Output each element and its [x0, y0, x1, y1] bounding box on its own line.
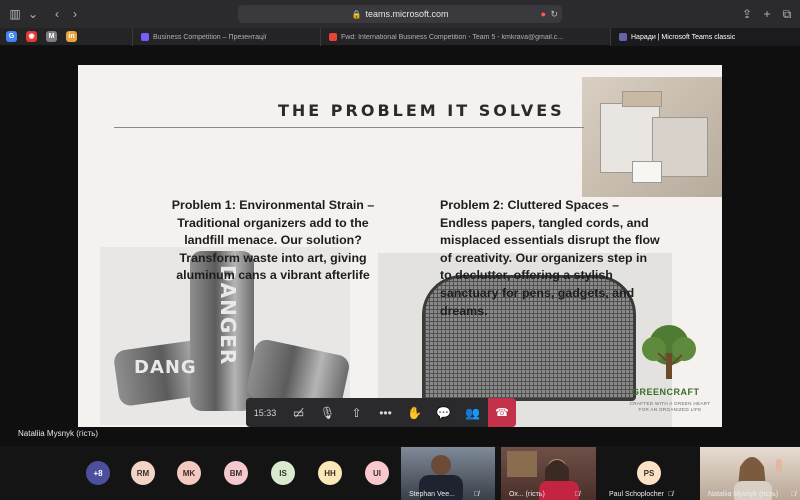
chat-icon[interactable]: 💬: [429, 398, 458, 427]
participant-video-tile[interactable]: Ох... (гість) 🎙̸: [501, 447, 596, 500]
can-label-dang: DANG: [134, 357, 197, 378]
tab-bar: G ◉ M in Business Competition – Презента…: [0, 28, 800, 46]
tab-business-competition[interactable]: Business Competition – Презентації: [132, 28, 320, 46]
reload-icon[interactable]: ↻: [550, 9, 558, 20]
pinned-tab-google[interactable]: G: [6, 31, 17, 42]
sidebar-toggle-icon[interactable]: ▥: [6, 7, 24, 21]
avatar[interactable]: RM: [131, 461, 155, 485]
address-bar[interactable]: 🔒 teams.microsoft.com ● ↻: [238, 5, 562, 23]
tab-title: Business Competition – Презентації: [153, 33, 267, 41]
brand-tagline: CRAFTED WITH A GREEN HEART FOR AN ORGANI…: [629, 401, 711, 412]
camera-off-icon[interactable]: ▭̸: [284, 398, 313, 427]
call-timer: 15:33: [253, 407, 277, 418]
brand-name: GREENCRAFT: [632, 387, 700, 397]
pinned-tab-in[interactable]: in: [66, 31, 77, 42]
participant-name: Paul Schoplocher: [609, 491, 664, 498]
pinned-tab-mail[interactable]: M: [46, 31, 57, 42]
participant-name: Stephan Vee...: [409, 491, 455, 498]
more-icon[interactable]: •••: [371, 398, 400, 427]
pinned-tab-record[interactable]: ◉: [26, 31, 37, 42]
problem-1-text: Problem 1: Environmental Strain – Tradit…: [171, 198, 375, 283]
mic-off-icon: 🎙̸: [668, 491, 674, 498]
participant-video-tile[interactable]: Stephan Vee... 🎙̸: [401, 447, 495, 500]
raise-hand-icon[interactable]: ✋: [400, 398, 429, 427]
avatar[interactable]: HH: [318, 461, 342, 485]
forward-icon[interactable]: ›: [66, 7, 84, 21]
tab-title: Fwd: International Business Competition …: [341, 33, 564, 41]
url-text: teams.microsoft.com: [365, 9, 449, 19]
participant-roster: +8 RM MK BM IS HH UI Stephan Vee... 🎙̸ О…: [0, 446, 800, 500]
meeting-stage: THE PROBLEM IT SOLVES DANGER DANG Proble…: [0, 46, 800, 446]
share-page-icon[interactable]: ⇪: [738, 7, 756, 21]
participant-name: Nataliia Mysnyk (гість): [708, 491, 779, 498]
problem-2-text: Problem 2: Cluttered Spaces – Endless pa…: [440, 198, 660, 318]
avatar[interactable]: IS: [271, 461, 295, 485]
presenter-name: Nataliia Mysnyk (гість): [18, 429, 99, 438]
back-icon[interactable]: ‹: [48, 7, 66, 21]
hang-up-icon[interactable]: ☎: [488, 398, 516, 427]
avatar[interactable]: MK: [177, 461, 201, 485]
tab-gmail[interactable]: Fwd: International Business Competition …: [320, 28, 610, 46]
share-icon[interactable]: ⇧: [342, 398, 371, 427]
slide-title: THE PROBLEM IT SOLVES: [278, 101, 565, 120]
title-divider: [114, 127, 584, 128]
presentation-icon: [141, 33, 149, 41]
teams-icon: [619, 33, 627, 41]
browser-toolbar: ▥ ⌄ ‹ › 🔒 teams.microsoft.com ● ↻ ⇪ + ⧉: [0, 0, 800, 28]
people-icon[interactable]: 👥: [458, 398, 487, 427]
greencraft-tree-logo: [642, 325, 696, 379]
tab-overview-icon[interactable]: ⧉: [778, 7, 796, 22]
mic-off-icon[interactable]: 🎙: [313, 398, 342, 427]
avatar[interactable]: BM: [224, 461, 248, 485]
chevron-down-icon[interactable]: ⌄: [24, 7, 42, 21]
participant-name: Ох... (гість): [509, 491, 545, 498]
avatar[interactable]: UI: [365, 461, 389, 485]
tab-title: Наради | Microsoft Teams classic: [631, 33, 736, 41]
desk-organizer-photo: [582, 77, 722, 197]
avatar[interactable]: PS: [637, 461, 661, 485]
shared-slide: THE PROBLEM IT SOLVES DANGER DANG Proble…: [78, 65, 722, 427]
participant-video-tile[interactable]: Nataliia Mysnyk (гість) 🎙̸: [700, 447, 800, 500]
tab-teams[interactable]: Наради | Microsoft Teams classic: [610, 28, 800, 46]
mic-off-icon: 🎙̸: [574, 491, 580, 498]
overflow-count[interactable]: +8: [86, 461, 110, 485]
mic-off-icon: 🎙̸: [473, 491, 479, 498]
mic-active-icon[interactable]: ●: [541, 9, 546, 19]
lock-icon: 🔒: [351, 9, 362, 19]
meeting-controls: 15:33 ▭̸ 🎙 ⇧ ••• ✋ 💬 👥 ☎: [246, 398, 516, 427]
gmail-icon: [329, 33, 337, 41]
new-tab-icon[interactable]: +: [758, 7, 776, 21]
mic-off-icon: 🎙̸: [790, 491, 796, 498]
